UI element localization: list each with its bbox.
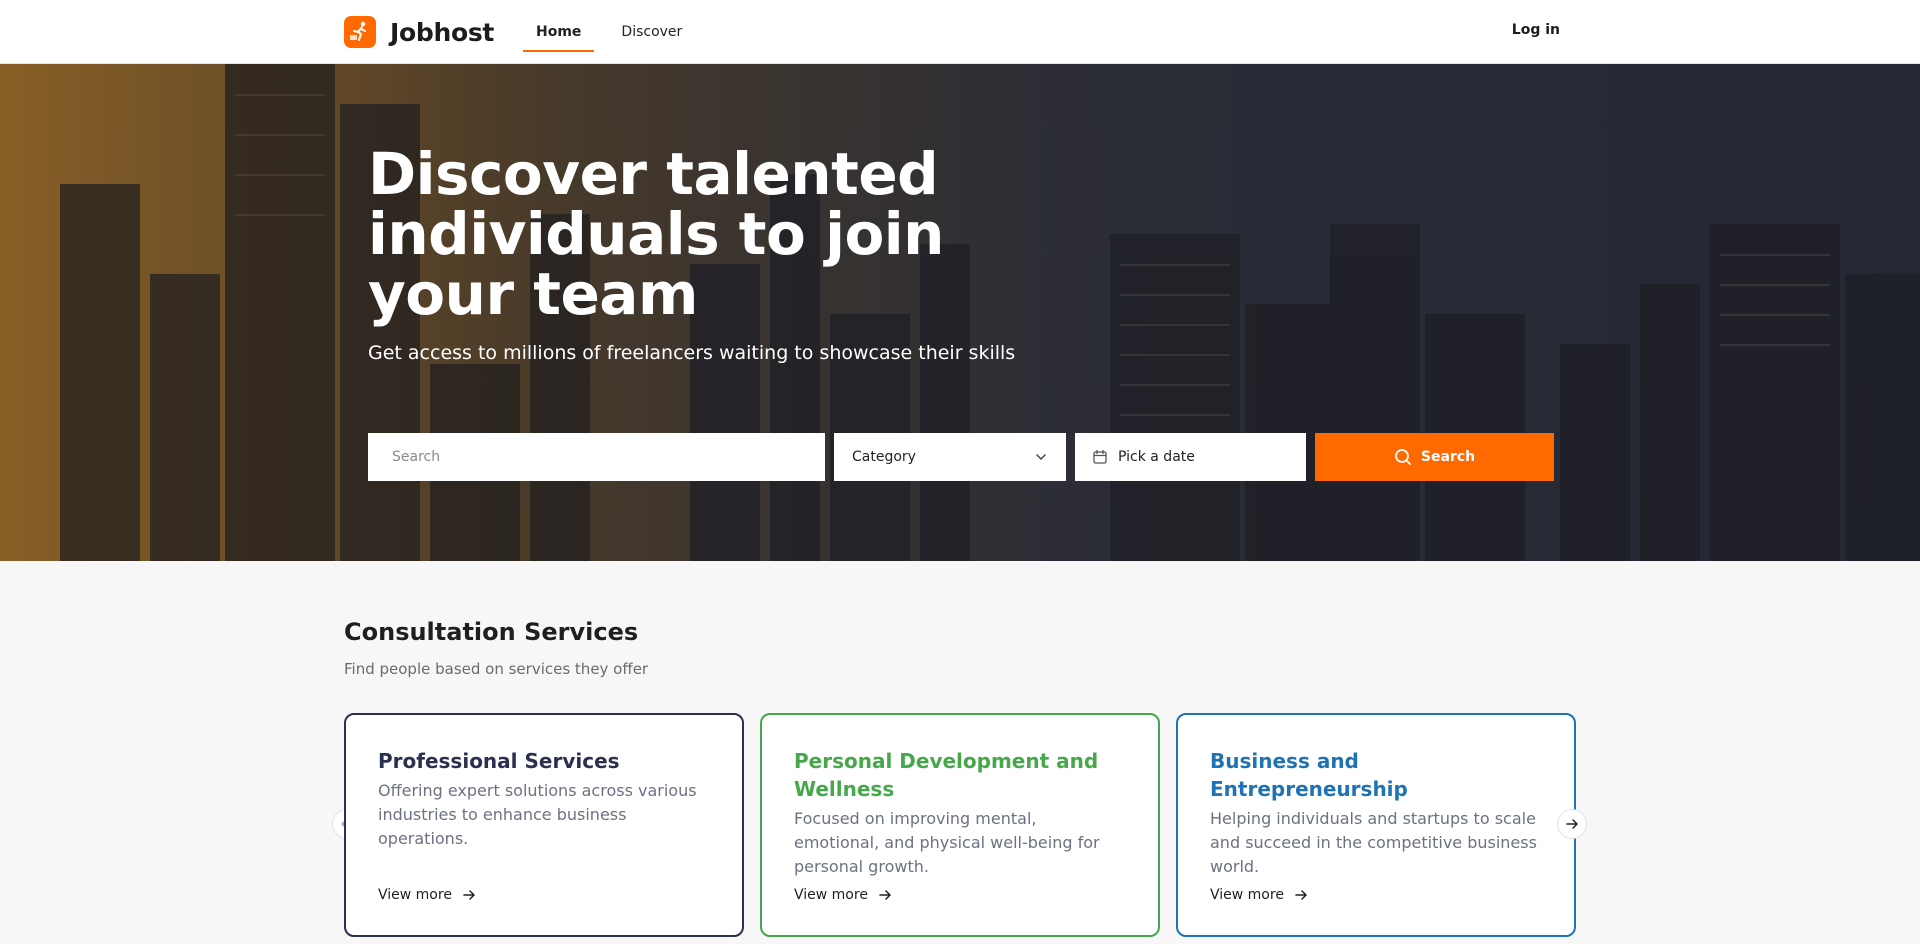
calendar-icon [1093, 449, 1107, 464]
view-more-link[interactable]: View more [794, 887, 892, 903]
service-card-wellness[interactable]: Personal Development and Wellness Focuse… [760, 713, 1160, 937]
service-card-professional[interactable]: Professional Services Offering expert so… [344, 713, 744, 937]
nav-item-discover[interactable]: Discover [608, 0, 695, 64]
search-input[interactable] [368, 433, 825, 481]
brand-name: Jobhost [390, 17, 495, 47]
search-bar: Category Pick a date Search [368, 433, 1554, 481]
top-navbar: Jobhost Home Discover Log in [0, 0, 1920, 64]
service-card-business[interactable]: Business and Entrepreneurship Helping in… [1176, 713, 1576, 937]
view-more-link[interactable]: View more [378, 887, 476, 903]
login-link[interactable]: Log in [1512, 22, 1560, 38]
section-subtitle: Find people based on services they offer [344, 660, 649, 678]
card-description: Focused on improving mental, emotional, … [794, 809, 1100, 876]
hero-title: Discover talented individuals to join yo… [368, 140, 944, 328]
arrow-right-icon [1566, 819, 1578, 829]
brand-logo[interactable]: Jobhost [344, 16, 494, 48]
arrow-right-icon [879, 890, 891, 900]
search-icon [1394, 449, 1411, 465]
search-button[interactable]: Search [1315, 433, 1554, 481]
card-description: Offering expert solutions across various… [378, 781, 697, 848]
card-description: Helping individuals and startups to scal… [1210, 809, 1537, 876]
category-label: Category [852, 449, 916, 465]
date-picker[interactable]: Pick a date [1075, 433, 1306, 481]
arrow-right-icon [463, 890, 475, 900]
card-title: Personal Development and Wellness [794, 749, 1099, 801]
nav-item-home[interactable]: Home [523, 0, 595, 64]
search-button-label: Search [1420, 449, 1476, 465]
view-more-link[interactable]: View more [1210, 887, 1308, 903]
chevron-down-icon [1036, 454, 1046, 461]
runner-logo-icon [344, 16, 376, 48]
section-title: Consultation Services [344, 618, 639, 646]
hero-subtitle: Get access to millions of freelancers wa… [368, 342, 1016, 364]
main-nav: Home Discover [523, 0, 709, 64]
hero-banner: Discover talented individuals to join yo… [0, 64, 1920, 561]
card-title: Business and Entrepreneurship [1210, 749, 1408, 801]
view-more-label: View more [794, 887, 868, 903]
arrow-right-icon [1295, 890, 1307, 900]
carousel-next-button[interactable] [1557, 809, 1587, 839]
card-title: Professional Services [378, 749, 620, 773]
view-more-label: View more [378, 887, 452, 903]
category-select[interactable]: Category [834, 433, 1066, 481]
date-label: Pick a date [1118, 449, 1195, 465]
view-more-label: View more [1210, 887, 1284, 903]
